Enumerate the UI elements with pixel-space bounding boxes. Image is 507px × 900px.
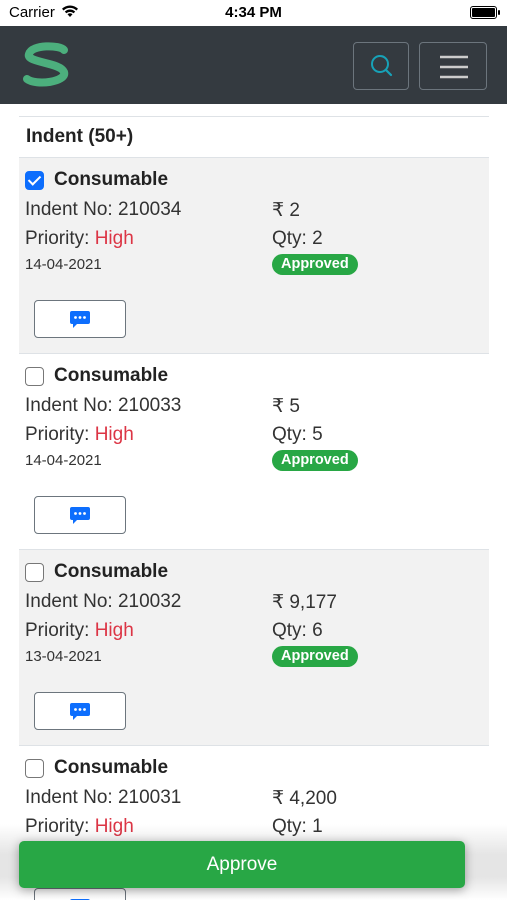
comment-button[interactable] xyxy=(34,692,126,730)
indent-qty: Qty: 2 xyxy=(272,228,323,249)
app-navbar xyxy=(0,26,507,104)
chat-bubble-icon xyxy=(70,311,90,328)
indent-category: Consumable xyxy=(54,757,169,778)
indent-number: Indent No: 210033 xyxy=(25,395,182,416)
status-time: 4:34 PM xyxy=(225,4,282,21)
chat-bubble-icon xyxy=(70,507,90,524)
indent-category: Consumable xyxy=(54,169,169,190)
status-badge: Approved xyxy=(272,254,358,275)
indent-date: 13-04-2021 xyxy=(25,648,102,665)
search-icon xyxy=(371,55,393,77)
priority-value: High xyxy=(94,228,134,249)
indent-number: Indent No: 210031 xyxy=(25,787,182,808)
select-checkbox[interactable] xyxy=(25,367,44,386)
priority-value: High xyxy=(94,620,134,641)
status-bar: Carrier 4:34 PM xyxy=(0,0,507,26)
hamburger-menu-icon xyxy=(440,55,468,79)
indent-priority: Priority: High xyxy=(25,424,134,446)
status-badge: Approved xyxy=(272,646,358,667)
indent-date: 14-04-2021 xyxy=(25,452,102,469)
priority-label: Priority: xyxy=(25,620,90,641)
priority-label: Priority: xyxy=(25,228,90,249)
indent-priority: Priority: High xyxy=(25,620,134,642)
indent-priority: Priority: High xyxy=(25,228,134,250)
indent-amount: ₹ 4,200 xyxy=(272,788,337,809)
indent-list-container[interactable]: Indent (50+) Consumable Indent No: 21003… xyxy=(0,104,507,900)
indent-number: Indent No: 210032 xyxy=(25,591,182,612)
select-checkbox[interactable] xyxy=(25,171,44,190)
indent-amount: ₹ 2 xyxy=(272,200,300,221)
indent-card[interactable]: Consumable Indent No: 210032 ₹ 9,177 Pri… xyxy=(19,550,489,746)
comment-button[interactable] xyxy=(34,300,126,338)
indent-category: Consumable xyxy=(54,365,169,386)
indent-date: 14-04-2021 xyxy=(25,256,102,273)
approve-bar: Approve xyxy=(0,824,507,900)
indent-qty: Qty: 5 xyxy=(272,424,323,445)
indent-card[interactable]: Consumable Indent No: 210033 ₹ 5 Priorit… xyxy=(19,354,489,550)
indent-amount: ₹ 5 xyxy=(272,396,300,417)
status-badge: Approved xyxy=(272,450,358,471)
list-title: Indent xyxy=(26,126,83,147)
list-header: Indent (50+) xyxy=(26,126,133,148)
app-logo[interactable] xyxy=(20,41,72,89)
comment-button[interactable] xyxy=(34,496,126,534)
select-checkbox[interactable] xyxy=(25,563,44,582)
chat-bubble-icon xyxy=(70,703,90,720)
menu-button[interactable] xyxy=(419,42,487,90)
indent-card[interactable]: Consumable Indent No: 210034 ₹ 2 Priorit… xyxy=(19,158,489,354)
select-checkbox[interactable] xyxy=(25,759,44,778)
divider xyxy=(19,116,489,117)
battery-icon xyxy=(470,6,500,19)
priority-value: High xyxy=(94,424,134,445)
priority-label: Priority: xyxy=(25,424,90,445)
indent-amount: ₹ 9,177 xyxy=(272,592,337,613)
list-count: (50+) xyxy=(88,126,134,147)
search-button[interactable] xyxy=(353,42,409,90)
approve-button[interactable]: Approve xyxy=(19,841,465,888)
indent-category: Consumable xyxy=(54,561,169,582)
indent-qty: Qty: 6 xyxy=(272,620,323,641)
indent-number: Indent No: 210034 xyxy=(25,199,182,220)
